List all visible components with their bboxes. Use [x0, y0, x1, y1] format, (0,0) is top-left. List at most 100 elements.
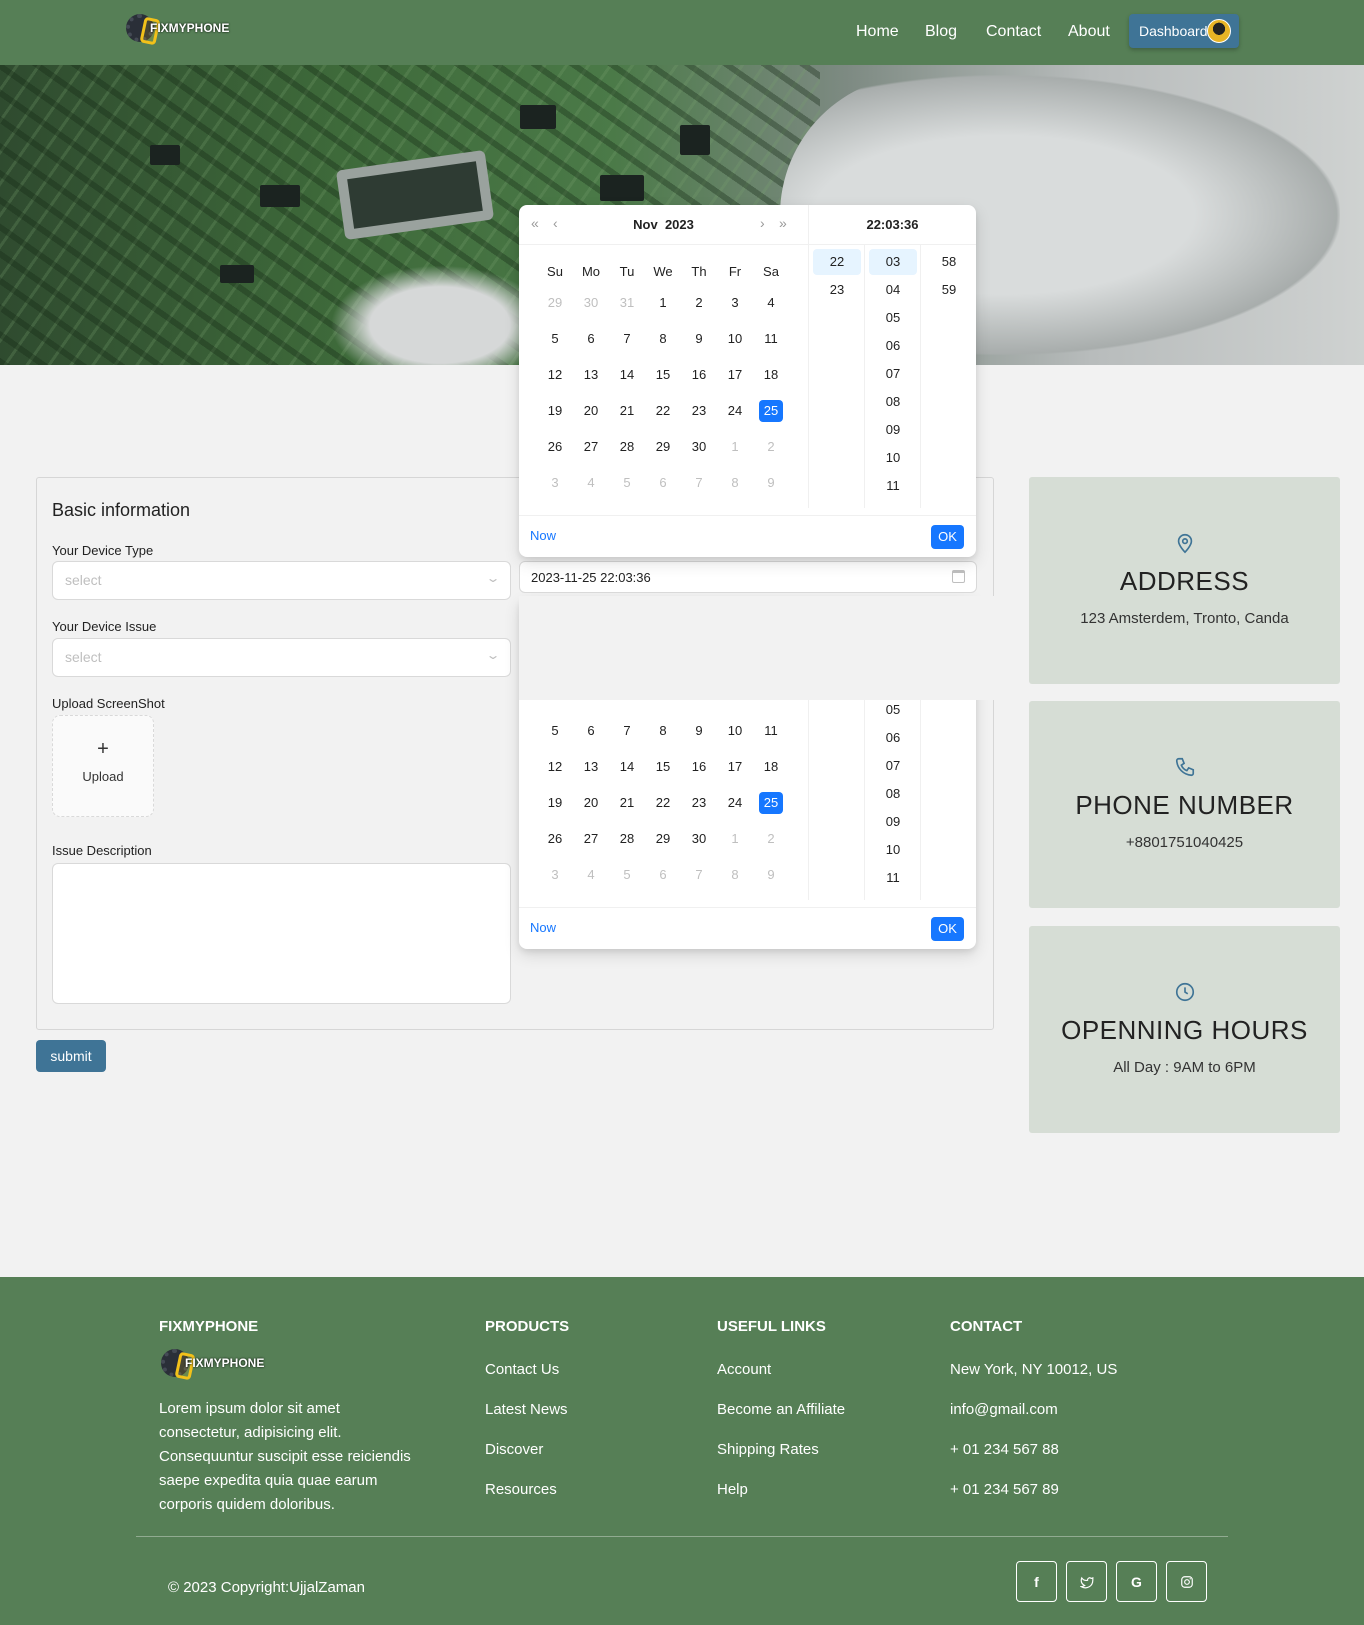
device-issue-select[interactable]: select ⌄: [52, 638, 511, 677]
calendar-day[interactable]: 23: [681, 792, 717, 814]
calendar-day[interactable]: 9: [753, 472, 789, 494]
calendar-day[interactable]: 19: [537, 792, 573, 814]
minute-option[interactable]: 05: [869, 305, 917, 331]
calendar-day[interactable]: 6: [645, 472, 681, 494]
calendar-day[interactable]: 21: [609, 792, 645, 814]
minute-option[interactable]: 09: [869, 417, 917, 443]
second-column[interactable]: 5859: [920, 245, 976, 508]
calendar-day[interactable]: 16: [681, 756, 717, 778]
calendar-day[interactable]: 2: [753, 828, 789, 850]
calendar-day[interactable]: 4: [573, 472, 609, 494]
calendar-day[interactable]: 11: [753, 720, 789, 742]
upload-button[interactable]: + Upload: [52, 715, 154, 817]
calendar-day[interactable]: 20: [573, 792, 609, 814]
calendar-day[interactable]: 3: [717, 292, 753, 314]
calendar-day[interactable]: 30: [681, 436, 717, 458]
footer-link-help[interactable]: Help: [717, 1481, 748, 1498]
calendar-day[interactable]: 9: [681, 720, 717, 742]
nav-contact-link[interactable]: Contact: [986, 23, 1041, 41]
calendar-day[interactable]: 21: [609, 400, 645, 422]
calendar-day[interactable]: 8: [645, 720, 681, 742]
calendar-day-selected[interactable]: 25: [759, 400, 783, 422]
footer-link-resources[interactable]: Resources: [485, 1481, 557, 1498]
calendar-day[interactable]: 8: [645, 328, 681, 350]
calendar-day[interactable]: 27: [573, 436, 609, 458]
calendar-day[interactable]: 4: [573, 864, 609, 886]
hour-option[interactable]: 22: [813, 249, 861, 275]
calendar-day[interactable]: 18: [753, 364, 789, 386]
google-icon[interactable]: G: [1116, 1561, 1157, 1602]
now-button[interactable]: Now: [530, 920, 556, 935]
calendar-day[interactable]: 14: [609, 756, 645, 778]
minute-option[interactable]: 11: [869, 865, 917, 891]
calendar-day[interactable]: 29: [537, 292, 573, 314]
calendar-day[interactable]: 22: [645, 400, 681, 422]
calendar-day[interactable]: 9: [753, 864, 789, 886]
dashboard-button[interactable]: Dashboard: [1129, 14, 1239, 48]
minute-option[interactable]: 08: [869, 389, 917, 415]
calendar-day[interactable]: 20: [573, 400, 609, 422]
calendar-day[interactable]: 19: [537, 400, 573, 422]
calendar-day[interactable]: 26: [537, 828, 573, 850]
ok-button[interactable]: OK: [931, 917, 964, 941]
footer-link-affiliate[interactable]: Become an Affiliate: [717, 1401, 845, 1418]
calendar-day[interactable]: 22: [645, 792, 681, 814]
calendar-day[interactable]: 5: [537, 720, 573, 742]
calendar-day[interactable]: 30: [573, 292, 609, 314]
nav-blog-link[interactable]: Blog: [925, 23, 957, 41]
second-option[interactable]: 58: [925, 249, 973, 275]
calendar-day[interactable]: 12: [537, 364, 573, 386]
calendar-day[interactable]: 17: [717, 756, 753, 778]
minute-option[interactable]: 06: [869, 333, 917, 359]
calendar-day[interactable]: 28: [609, 828, 645, 850]
calendar-day[interactable]: 7: [681, 472, 717, 494]
calendar-day[interactable]: 2: [753, 436, 789, 458]
twitter-icon[interactable]: [1066, 1561, 1107, 1602]
footer-link-latest-news[interactable]: Latest News: [485, 1401, 568, 1418]
device-type-select[interactable]: select ⌄: [52, 561, 511, 600]
calendar-day[interactable]: 7: [681, 864, 717, 886]
calendar-day[interactable]: 7: [609, 720, 645, 742]
calendar-day[interactable]: 31: [609, 292, 645, 314]
calendar-day[interactable]: 6: [573, 328, 609, 350]
minute-column[interactable]: 030405060708091011: [864, 245, 920, 508]
calendar-day[interactable]: 2: [681, 292, 717, 314]
calendar-day[interactable]: 4: [753, 292, 789, 314]
calendar-day[interactable]: 9: [681, 328, 717, 350]
calendar-day[interactable]: 15: [645, 364, 681, 386]
calendar-day[interactable]: 10: [717, 720, 753, 742]
calendar-day[interactable]: 11: [753, 328, 789, 350]
calendar-day[interactable]: 5: [609, 472, 645, 494]
calendar-day[interactable]: 24: [717, 792, 753, 814]
appointment-date-input[interactable]: 2023-11-25 22:03:36: [519, 561, 977, 593]
instagram-icon[interactable]: [1166, 1561, 1207, 1602]
picker-month[interactable]: Nov: [633, 217, 658, 232]
footer-logo[interactable]: FIXMYPHONE: [161, 1349, 264, 1381]
calendar-day[interactable]: 6: [573, 720, 609, 742]
calendar-day[interactable]: 29: [645, 436, 681, 458]
calendar-day[interactable]: 30: [681, 828, 717, 850]
calendar-day[interactable]: 13: [573, 756, 609, 778]
minute-option[interactable]: 07: [869, 753, 917, 779]
minute-option[interactable]: 07: [869, 361, 917, 387]
calendar-day[interactable]: 5: [537, 328, 573, 350]
minute-option[interactable]: 04: [869, 277, 917, 303]
calendar-day[interactable]: 3: [537, 472, 573, 494]
calendar-day[interactable]: 24: [717, 400, 753, 422]
calendar-day[interactable]: 12: [537, 756, 573, 778]
calendar-day[interactable]: 28: [609, 436, 645, 458]
second-option[interactable]: 59: [925, 277, 973, 303]
minute-option[interactable]: 08: [869, 781, 917, 807]
brand-logo[interactable]: FIXMYPHONE: [126, 14, 229, 46]
calendar-day[interactable]: 26: [537, 436, 573, 458]
calendar-day[interactable]: 5: [609, 864, 645, 886]
ok-button[interactable]: OK: [931, 525, 964, 549]
calendar-day[interactable]: 8: [717, 864, 753, 886]
issue-description-textarea[interactable]: [52, 863, 511, 1004]
minute-option[interactable]: 03: [869, 249, 917, 275]
calendar-day[interactable]: 1: [717, 436, 753, 458]
minute-option[interactable]: 10: [869, 837, 917, 863]
calendar-day[interactable]: 1: [717, 828, 753, 850]
calendar-day[interactable]: 8: [717, 472, 753, 494]
calendar-day[interactable]: 6: [645, 864, 681, 886]
